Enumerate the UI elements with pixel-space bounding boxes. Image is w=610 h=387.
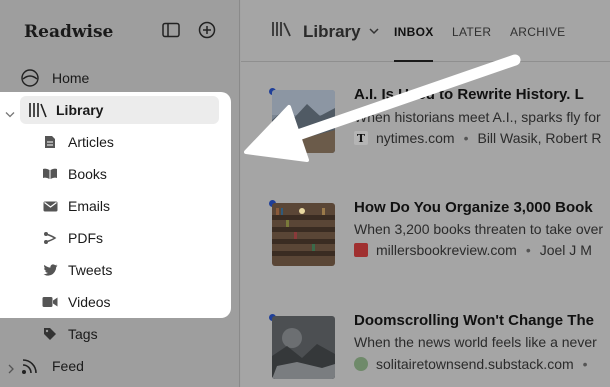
library-icon <box>28 100 48 120</box>
article-thumbnail <box>272 90 335 153</box>
millersbookreview-icon <box>354 243 368 257</box>
pdf-icon <box>42 230 58 246</box>
sidebar-item-label: Emails <box>68 198 111 214</box>
rss-icon <box>20 356 40 376</box>
article-subtitle: When 3,200 books threaten to take over <box>354 221 604 237</box>
list-item[interactable]: Doomscrolling Won't Change The When the … <box>241 304 610 387</box>
article-author: Joel J M <box>539 242 592 258</box>
article-source: millersbookreview.com <box>376 242 517 258</box>
sidebar-item-tweets[interactable]: Tweets <box>42 258 112 282</box>
sidebar-item-books[interactable]: Books <box>42 162 107 186</box>
page-title: Library <box>303 21 361 41</box>
article-source: nytimes.com <box>376 130 455 146</box>
article-title: Doomscrolling Won't Change The <box>354 312 594 329</box>
twitter-icon <box>42 262 58 278</box>
tag-icon <box>42 324 58 344</box>
tab-later[interactable]: LATER <box>452 25 491 39</box>
chevron-down-icon <box>369 28 379 35</box>
email-icon <box>42 198 58 214</box>
sidebar-item-emails[interactable]: Emails <box>42 194 110 218</box>
sidebar-item-label: Tags <box>68 326 98 342</box>
article-source: solitairetownsend.substack.com <box>376 356 574 372</box>
sidebar-item-label: Home <box>52 70 90 86</box>
video-icon <box>42 294 58 310</box>
article-thumbnail <box>272 203 335 266</box>
header: Library INBOX LATER ARCHIVE <box>241 0 610 62</box>
add-icon[interactable] <box>197 20 217 40</box>
article-meta: T nytimes.com • Bill Wasik, Robert R <box>354 130 601 146</box>
library-dropdown[interactable]: Library <box>271 20 379 43</box>
brand-logo: Readwise <box>24 22 114 42</box>
sidebar-item-feed[interactable]: Feed <box>8 352 84 380</box>
article-author: Bill Wasik, Robert R <box>477 130 602 146</box>
sidebar-item-tags[interactable]: Tags <box>42 320 98 348</box>
sidebar-item-label: Tweets <box>68 262 113 278</box>
library-highlight-panel: Library Articles Books Emails PDFs Tweet… <box>0 92 231 318</box>
active-tab-indicator <box>394 60 433 62</box>
sidebar-item-videos[interactable]: Videos <box>42 290 111 314</box>
nyt-icon: T <box>354 131 368 145</box>
sidebar-toggle-icon[interactable] <box>161 20 181 40</box>
chevron-down-icon[interactable] <box>5 106 15 124</box>
article-meta: millersbookreview.com • Joel J M <box>354 242 592 258</box>
sidebar-item-library[interactable]: Library <box>20 96 219 124</box>
main-content: Library INBOX LATER ARCHIVE A.I. Is Used… <box>241 0 610 387</box>
book-icon <box>42 166 58 182</box>
article-thumbnail <box>272 316 335 379</box>
sidebar-item-label: PDFs <box>68 230 103 246</box>
article-icon <box>42 134 58 150</box>
sidebar-item-articles[interactable]: Articles <box>42 130 114 154</box>
chevron-right-icon[interactable] <box>6 361 16 374</box>
sidebar-item-label: Feed <box>52 358 84 374</box>
home-icon <box>20 68 40 88</box>
sidebar-item-home[interactable]: Home <box>20 64 89 92</box>
substack-icon <box>354 357 368 371</box>
article-title: A.I. Is Used to Rewrite History. L <box>354 86 584 103</box>
list-item[interactable]: How Do You Organize 3,000 Book When 3,20… <box>241 192 610 292</box>
article-meta: solitairetownsend.substack.com • <box>354 356 597 372</box>
article-subtitle: When historians meet A.I., sparks fly fo… <box>354 109 601 125</box>
article-title: How Do You Organize 3,000 Book <box>354 199 593 216</box>
library-icon <box>271 20 293 43</box>
sidebar-item-label: Articles <box>68 134 114 150</box>
sidebar-item-label: Library <box>56 102 104 118</box>
tab-inbox[interactable]: INBOX <box>394 25 434 39</box>
list-item[interactable]: A.I. Is Used to Rewrite History. L When … <box>241 80 610 180</box>
article-subtitle: When the news world feels like a never <box>354 334 597 350</box>
sidebar-item-label: Videos <box>68 294 111 310</box>
sidebar-item-label: Books <box>68 166 107 182</box>
tab-archive[interactable]: ARCHIVE <box>510 25 565 39</box>
sidebar-item-pdfs[interactable]: PDFs <box>42 226 103 250</box>
sidebar-top-actions <box>161 20 217 40</box>
